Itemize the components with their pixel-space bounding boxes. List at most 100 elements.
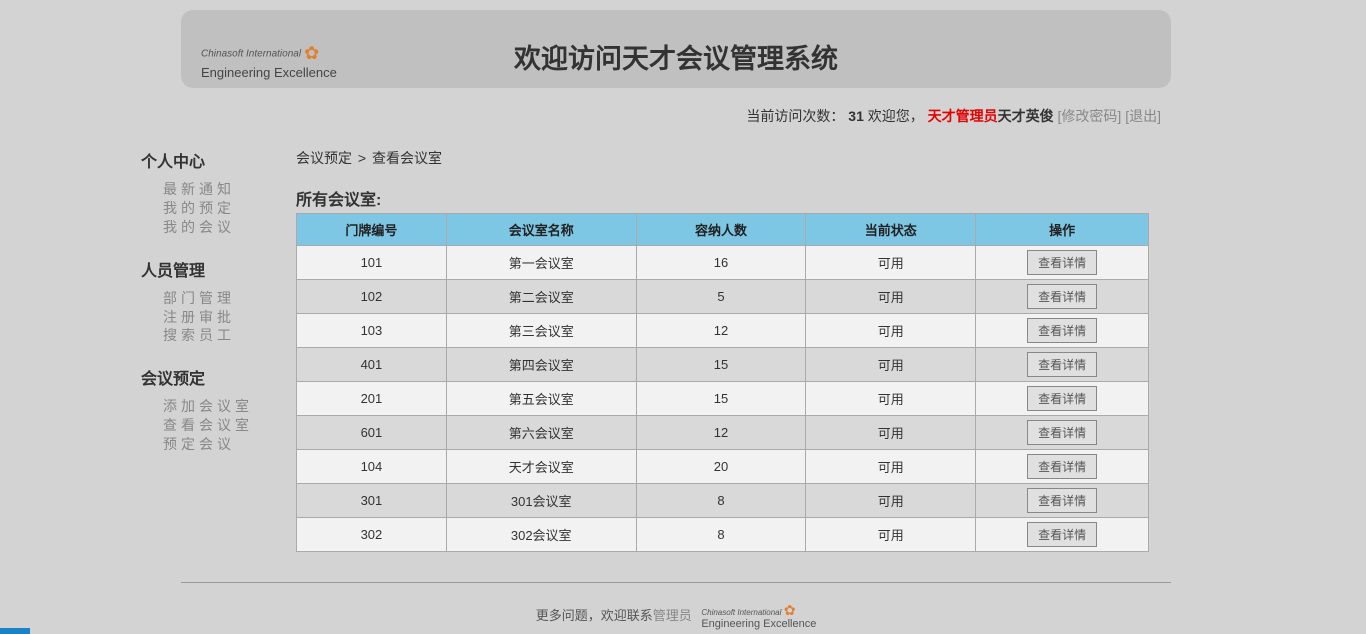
th-capacity: 容纳人数 (636, 214, 806, 246)
footer-admin-link[interactable]: 管理员 (653, 608, 692, 623)
cell-action: 查看详情 (976, 416, 1149, 450)
logo: Chinasoft International ✿ Engineering Ex… (201, 42, 337, 82)
sidebar: 个人中心 最新通知 我的预定 我的会议 人员管理 部门管理 注册审批 搜索员工 … (136, 148, 291, 552)
change-password-link[interactable]: [修改密码] (1058, 108, 1122, 124)
cell-room-name: 301会议室 (446, 484, 636, 518)
th-status: 当前状态 (806, 214, 976, 246)
cell-room-name: 第一会议室 (446, 246, 636, 280)
sidebar-item-reg-approve[interactable]: 注册审批 (163, 308, 291, 327)
cell-status: 可用 (806, 450, 976, 484)
footer: 更多问题，欢迎联系管理员 Chinasoft International ✿ E… (181, 603, 1171, 630)
table-row: 101第一会议室16可用 查看详情 (297, 246, 1149, 280)
content-area: 会议预定 > 查看会议室 所有会议室: 门牌编号 会议室名称 容纳人数 当前状态… (291, 148, 1216, 552)
header-banner: Chinasoft International ✿ Engineering Ex… (181, 10, 1171, 88)
cell-status: 可用 (806, 518, 976, 552)
sidebar-item-search-staff[interactable]: 搜索员工 (163, 326, 291, 345)
cell-room-number: 101 (297, 246, 447, 280)
cell-room-name: 第二会议室 (446, 280, 636, 314)
table-row: 601第六会议室12可用查看详情 (297, 416, 1149, 450)
sidebar-section-staff: 人员管理 (141, 257, 291, 281)
cell-action: 查看详情 (976, 518, 1149, 552)
cell-status: 可用 (806, 382, 976, 416)
table-row: 201第五会议室15可用查看详情 (297, 382, 1149, 416)
breadcrumb-b: 查看会议室 (372, 150, 442, 166)
table-row: 102第二会议室5可用 查看详情 (297, 280, 1149, 314)
cell-room-number: 103 (297, 314, 447, 348)
th-room-name: 会议室名称 (446, 214, 636, 246)
footer-text: 更多问题，欢迎联系 (536, 608, 653, 623)
cell-action: 查看详情 (976, 246, 1149, 280)
cell-status: 可用 (806, 246, 976, 280)
cell-room-number: 104 (297, 450, 447, 484)
cell-capacity: 5 (636, 280, 806, 314)
sidebar-item-add-room[interactable]: 添加会议室 (163, 397, 291, 416)
page-scroll[interactable]: Chinasoft International ✿ Engineering Ex… (0, 0, 1352, 634)
sidebar-personal-items: 最新通知 我的预定 我的会议 (141, 180, 291, 237)
cell-capacity: 12 (636, 416, 806, 450)
user-name: 天才英俊 (998, 108, 1054, 124)
view-detail-button[interactable]: 查看详情 (1027, 420, 1097, 445)
view-detail-button[interactable]: 查看详情 (1027, 352, 1097, 377)
view-detail-button[interactable]: 查看详情 (1027, 318, 1097, 343)
sidebar-item-dept-manage[interactable]: 部门管理 (163, 289, 291, 308)
logo-line2: Engineering Excellence (201, 65, 337, 80)
sidebar-section-meeting: 会议预定 (141, 365, 291, 389)
cell-capacity: 15 (636, 348, 806, 382)
welcome-text: 欢迎您， (868, 108, 924, 124)
section-title: 所有会议室: (296, 186, 1216, 210)
table-row: 302302会议室8可用 查看详情 (297, 518, 1149, 552)
table-row: 401第四会议室15可用查看详情 (297, 348, 1149, 382)
sidebar-staff-items: 部门管理 注册审批 搜索员工 (141, 289, 291, 346)
page-title: 欢迎访问天才会议管理系统 (201, 25, 1151, 76)
table-row: 103第三会议室12可用查看详情 (297, 314, 1149, 348)
sidebar-item-notifications[interactable]: 最新通知 (163, 180, 291, 199)
cell-capacity: 20 (636, 450, 806, 484)
visit-label: 当前访问次数： (746, 108, 844, 124)
user-role: 天才管理员 (928, 108, 998, 124)
cell-room-name: 第四会议室 (446, 348, 636, 382)
breadcrumb-a[interactable]: 会议预定 (296, 150, 352, 166)
cell-room-name: 天才会议室 (446, 450, 636, 484)
cell-action: 查看详情 (976, 382, 1149, 416)
cell-capacity: 16 (636, 246, 806, 280)
cell-status: 可用 (806, 416, 976, 450)
th-room-number: 门牌编号 (297, 214, 447, 246)
cell-room-name: 302会议室 (446, 518, 636, 552)
view-detail-button[interactable]: 查看详情 (1027, 284, 1097, 309)
cell-room-number: 401 (297, 348, 447, 382)
sidebar-item-view-rooms[interactable]: 查看会议室 (163, 416, 291, 435)
visit-count: 31 (848, 108, 864, 124)
cell-capacity: 8 (636, 518, 806, 552)
cell-room-number: 302 (297, 518, 447, 552)
cell-room-name: 第五会议室 (446, 382, 636, 416)
cell-room-number: 102 (297, 280, 447, 314)
sidebar-item-my-bookings[interactable]: 我的预定 (163, 199, 291, 218)
sidebar-meeting-items: 添加会议室 查看会议室 预定会议 (141, 397, 291, 454)
sidebar-section-personal: 个人中心 (141, 148, 291, 172)
view-detail-button[interactable]: 查看详情 (1027, 454, 1097, 479)
cell-status: 可用 (806, 280, 976, 314)
footer-logo-line2: Engineering Excellence (701, 618, 816, 630)
cell-action: 查看详情 (976, 450, 1149, 484)
view-detail-button[interactable]: 查看详情 (1027, 250, 1097, 275)
cell-capacity: 12 (636, 314, 806, 348)
view-detail-button[interactable]: 查看详情 (1027, 386, 1097, 411)
footer-logo: Chinasoft International ✿ Engineering Ex… (701, 603, 816, 630)
cell-action: 查看详情 (976, 280, 1149, 314)
breadcrumb: 会议预定 > 查看会议室 (296, 148, 1216, 168)
th-action: 操作 (976, 214, 1149, 246)
cell-status: 可用 (806, 484, 976, 518)
gear-icon: ✿ (784, 602, 796, 618)
status-bar: 当前访问次数： 31 欢迎您， 天才管理员天才英俊 [修改密码] [退出] (181, 106, 1171, 126)
cell-status: 可用 (806, 314, 976, 348)
view-detail-button[interactable]: 查看详情 (1027, 522, 1097, 547)
cell-capacity: 8 (636, 484, 806, 518)
table-row: 301301会议室8可用查看详情 (297, 484, 1149, 518)
footer-divider (181, 582, 1171, 583)
table-row: 104天才会议室20可用 查看详情 (297, 450, 1149, 484)
view-detail-button[interactable]: 查看详情 (1027, 488, 1097, 513)
sidebar-item-my-meetings[interactable]: 我的会议 (163, 218, 291, 237)
footer-logo-line1: Chinasoft International (701, 608, 781, 617)
logout-link[interactable]: [退出] (1125, 108, 1161, 124)
sidebar-item-book-meeting[interactable]: 预定会议 (163, 435, 291, 454)
